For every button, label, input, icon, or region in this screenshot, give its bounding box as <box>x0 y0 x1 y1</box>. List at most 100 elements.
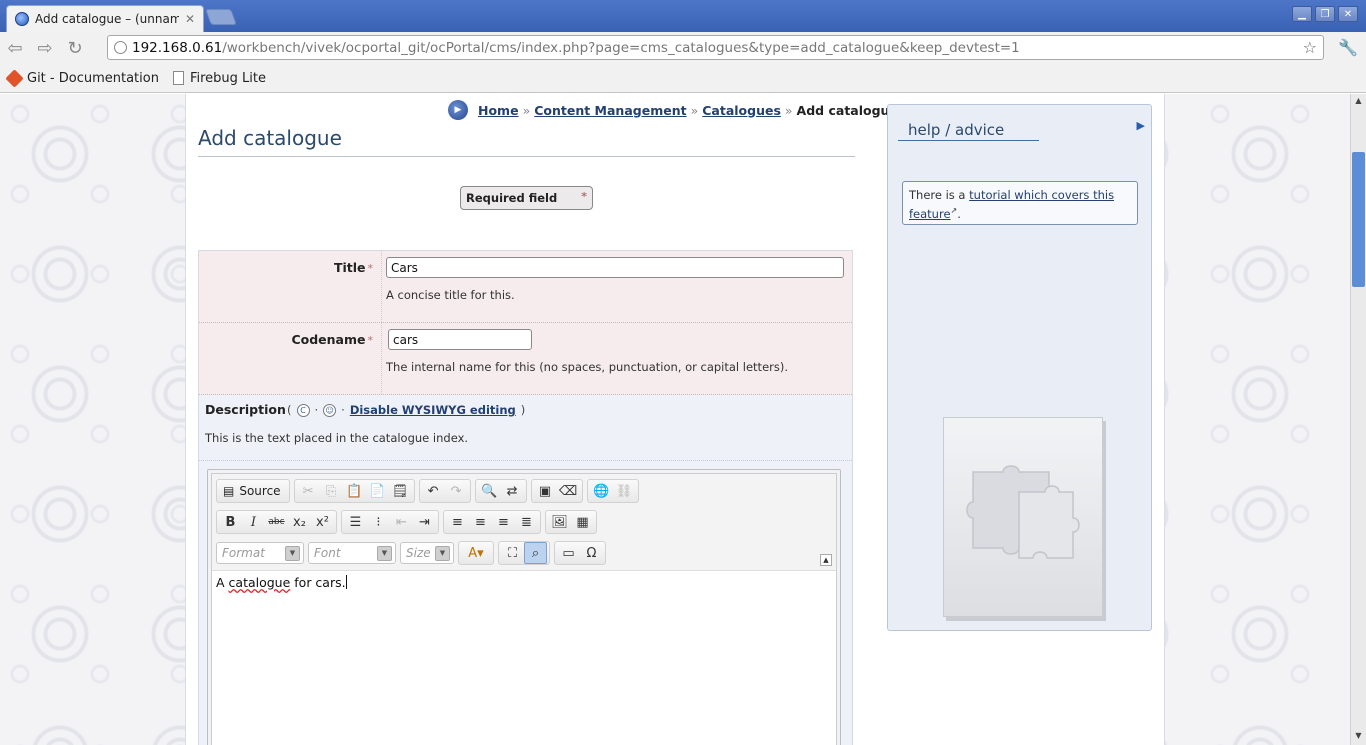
select-all-icon[interactable]: ▣ <box>534 480 557 502</box>
codename-field-cell: The internal name for this (no spaces, p… <box>382 323 852 394</box>
bookmark-star-icon[interactable]: ☆ <box>1303 38 1317 57</box>
scroll-up-icon[interactable]: ▲ <box>1353 96 1364 108</box>
size-select[interactable]: Size ▼ <box>400 542 454 564</box>
replace-icon[interactable]: ⇄ <box>501 480 524 502</box>
superscript-icon[interactable]: x² <box>311 511 334 533</box>
vertical-scrollbar[interactable]: ▲ ▼ <box>1350 94 1366 745</box>
font-select[interactable]: Font ▼ <box>308 542 396 564</box>
source-icon: ▤ <box>223 484 235 498</box>
source-button[interactable]: ▤ Source <box>219 484 287 498</box>
emoticon-icon[interactable]: ☺ <box>323 403 337 417</box>
collapse-panel-icon[interactable]: ▶ <box>1137 119 1145 132</box>
source-group: ▤ Source <box>216 479 290 503</box>
image-icon[interactable]: 🖼 <box>548 511 571 533</box>
paste-icon[interactable]: 📋 <box>343 480 366 502</box>
codename-label-cell: Codename * <box>199 323 382 394</box>
special-char-icon[interactable]: Ω <box>580 542 603 564</box>
favicon-icon <box>15 12 29 26</box>
link-icon[interactable]: 🌐 <box>590 480 613 502</box>
close-window-icon[interactable]: ✕ <box>1338 6 1358 22</box>
italic-icon[interactable]: I <box>242 511 265 533</box>
forward-icon[interactable]: ⇨ <box>30 34 60 62</box>
wrench-menu-icon[interactable]: 🔧 <box>1338 38 1358 57</box>
breadcrumb-catalogues[interactable]: Catalogues <box>702 103 781 118</box>
bookmark-firebug[interactable]: Firebug Lite <box>172 70 266 86</box>
close-tab-icon[interactable]: ✕ <box>185 12 195 26</box>
description-tools: ( C · ☺ · Disable WYSIWYG editing ) <box>287 403 525 417</box>
undo-group: ↶ ↷ <box>418 479 471 503</box>
remove-format-icon[interactable]: ⌫ <box>557 480 580 502</box>
subscript-icon[interactable]: x₂ <box>288 511 311 533</box>
show-blocks-icon[interactable]: ⌕ <box>524 542 547 564</box>
breadcrumb-arrow-icon: ▶ <box>448 100 468 120</box>
redo-icon[interactable]: ↷ <box>445 480 468 502</box>
page-info-icon[interactable] <box>114 41 127 54</box>
dot-separator: · <box>314 403 319 417</box>
title-input[interactable] <box>386 257 844 278</box>
text-color-icon[interactable]: A▾ <box>461 542 491 564</box>
content-page: ▶ Home » Content Management » Catalogues… <box>185 94 1165 745</box>
maximize-icon[interactable]: ❐ <box>1315 6 1335 22</box>
indent-icon[interactable]: ⇥ <box>413 511 436 533</box>
chevron-down-icon: ▼ <box>377 545 392 561</box>
misspelled-word: catalogue <box>228 575 291 590</box>
title-label: Title <box>333 260 366 275</box>
copy-icon[interactable]: ⎘ <box>320 480 343 502</box>
breadcrumb-separator: » <box>522 102 531 118</box>
disable-wysiwyg-link[interactable]: Disable WYSIWYG editing <box>350 403 516 417</box>
align-left-icon[interactable]: ≡ <box>446 511 469 533</box>
find-icon[interactable]: 🔍 <box>478 480 501 502</box>
help-tutorial-box: There is a tutorial which covers this fe… <box>902 181 1138 225</box>
editor-content-area[interactable]: A catalogue for cars. <box>212 570 836 745</box>
numbered-list-icon[interactable]: ☰ <box>344 511 367 533</box>
view-group: ⛶ ⌕ <box>498 541 550 565</box>
bold-icon[interactable]: B <box>219 511 242 533</box>
breadcrumb-content-management[interactable]: Content Management <box>534 103 686 118</box>
url-host: 192.168.0.61 <box>132 39 223 56</box>
paste-text-icon[interactable]: 📄 <box>366 480 389 502</box>
browser-tab[interactable]: Add catalogue – (unnamed ✕ <box>6 5 204 32</box>
align-center-icon[interactable]: ≡ <box>469 511 492 533</box>
breadcrumb-home[interactable]: Home <box>478 103 519 118</box>
strikethrough-icon[interactable]: abc <box>265 511 288 533</box>
justify-icon[interactable]: ≣ <box>515 511 538 533</box>
new-tab-button[interactable] <box>205 9 237 25</box>
chevron-down-icon: ▼ <box>435 545 450 561</box>
align-group: ≡ ≡ ≡ ≣ <box>443 510 541 534</box>
reload-icon[interactable]: ↻ <box>60 34 90 62</box>
undo-icon[interactable]: ↶ <box>422 480 445 502</box>
title-field-cell: A concise title for this. <box>382 251 852 322</box>
table-icon[interactable]: ▦ <box>571 511 594 533</box>
codename-hint: The internal name for this (no spaces, p… <box>386 360 789 374</box>
outdent-icon[interactable]: ⇤ <box>390 511 413 533</box>
format-select[interactable]: Format ▼ <box>216 542 304 564</box>
window-controls: ▁ ❐ ✕ <box>1292 6 1358 22</box>
content-suffix: for cars. <box>290 575 346 590</box>
find-group: 🔍 ⇄ <box>474 479 527 503</box>
help-title: help / advice <box>898 121 1039 141</box>
horizontal-rule-icon[interactable]: ▭ <box>557 542 580 564</box>
breadcrumb-current: Add catalogue <box>796 102 898 118</box>
unlink-icon[interactable]: ⛓ <box>613 480 636 502</box>
collapse-toolbar-icon[interactable]: ▲ <box>820 554 832 566</box>
bookmark-git[interactable]: Git - Documentation <box>5 68 159 88</box>
codename-input[interactable] <box>388 329 532 350</box>
maximize-editor-icon[interactable]: ⛶ <box>501 542 524 564</box>
puzzle-icon <box>966 465 1080 559</box>
minimize-icon[interactable]: ▁ <box>1292 6 1312 22</box>
scroll-down-icon[interactable]: ▼ <box>1353 731 1364 743</box>
cut-icon[interactable]: ✂ <box>297 480 320 502</box>
scroll-thumb[interactable] <box>1352 152 1365 287</box>
align-right-icon[interactable]: ≡ <box>492 511 515 533</box>
editor-wrapper: ▤ Source ✂ ⎘ 📋 📄 🗒 ↶ ↷ 🔍 ⇄ ▣ ⌫ 🌐 ⛓ B I a… <box>199 461 852 745</box>
codename-label: Codename <box>291 332 366 347</box>
comcode-icon[interactable]: C <box>296 403 310 417</box>
title-hint: A concise title for this. <box>386 288 515 302</box>
bookmark-label: Firebug Lite <box>189 70 266 86</box>
address-bar[interactable]: 192.168.0.61/workbench/vivek/ocportal_gi… <box>107 35 1324 60</box>
font-placeholder: Font <box>314 546 341 560</box>
back-icon[interactable]: ⇦ <box>0 34 30 62</box>
bulleted-list-icon[interactable]: ⁝ <box>367 511 390 533</box>
required-star: * <box>367 334 374 347</box>
paste-word-icon[interactable]: 🗒 <box>389 480 412 502</box>
